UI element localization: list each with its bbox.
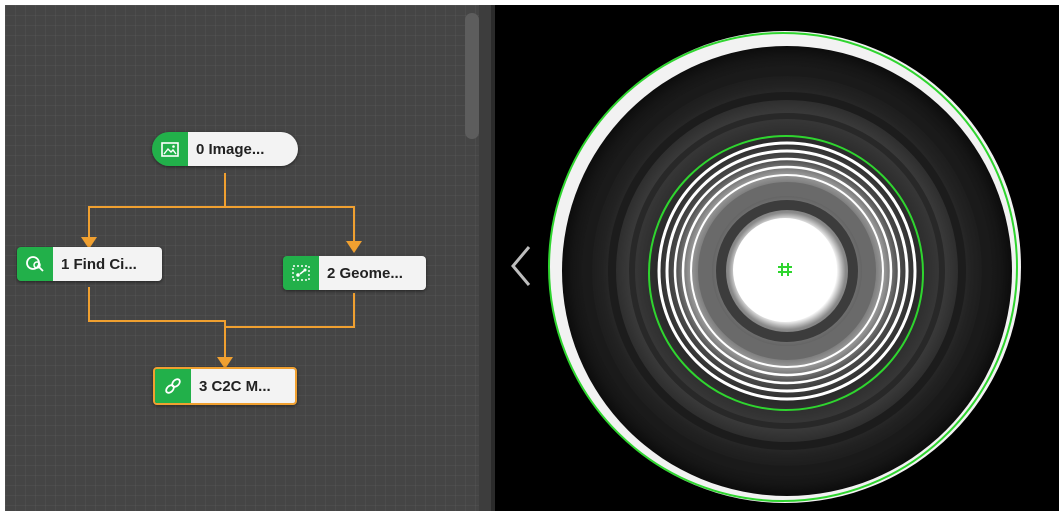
flow-node-label: 0 Image... bbox=[188, 132, 298, 166]
connector-1-3 bbox=[88, 287, 226, 361]
flow-scrollbar-thumb[interactable] bbox=[465, 13, 479, 139]
connector-0-1 bbox=[88, 173, 226, 245]
flow-canvas[interactable]: 0 Image... 1 Find Ci... 2 Geome... 3 C2C… bbox=[5, 5, 479, 511]
flow-scrollbar-track[interactable] bbox=[479, 5, 491, 511]
connector-0-2 bbox=[225, 206, 355, 249]
flow-node-label: 1 Find Ci... bbox=[53, 247, 162, 281]
flow-node-find-circle[interactable]: 1 Find Ci... bbox=[17, 247, 162, 281]
flow-node-label: 2 Geome... bbox=[319, 256, 426, 290]
chevron-left-icon[interactable] bbox=[505, 241, 535, 291]
connector-2-3 bbox=[225, 293, 355, 328]
flow-node-c2c-measure[interactable]: 3 C2C M... bbox=[153, 367, 297, 405]
flow-node-geometry[interactable]: 2 Geome... bbox=[283, 256, 426, 290]
link-icon bbox=[155, 369, 191, 403]
flow-node-image[interactable]: 0 Image... bbox=[152, 132, 298, 166]
image-viewer[interactable] bbox=[495, 5, 1059, 511]
inspection-image bbox=[548, 31, 1021, 503]
arrow-head-node-2 bbox=[346, 241, 362, 253]
flow-node-label: 3 C2C M... bbox=[191, 369, 295, 403]
part-center-hole bbox=[733, 218, 837, 322]
image-icon bbox=[152, 132, 188, 166]
find-circle-icon bbox=[17, 247, 53, 281]
geometry-icon bbox=[283, 256, 319, 290]
